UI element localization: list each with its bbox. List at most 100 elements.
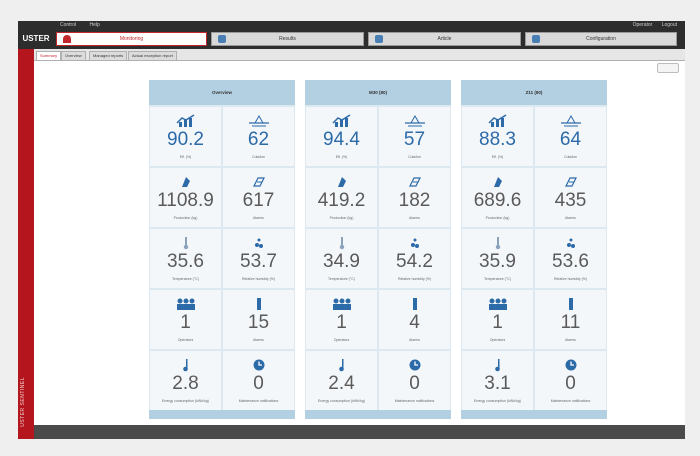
kpi-value: 0 bbox=[565, 373, 576, 394]
kpi-label: Temperature (°C) bbox=[328, 277, 355, 281]
logout-button[interactable]: Logout bbox=[662, 22, 677, 28]
spindle-icon bbox=[535, 297, 606, 311]
kpi-tile[interactable]: 90.2 Eff. (%) bbox=[150, 107, 221, 166]
gears-icon bbox=[532, 35, 540, 43]
gauge-icon bbox=[63, 35, 71, 43]
yarn-icon bbox=[150, 175, 221, 189]
kpi-tile[interactable]: 419.2 Production (kg) bbox=[306, 168, 377, 227]
kpi-tile[interactable]: 2.8 Energy consumption (kWh/kg) bbox=[150, 351, 221, 410]
kpi-value: 0 bbox=[409, 373, 420, 394]
kpi-tile[interactable]: 62 Cuts/km bbox=[223, 107, 294, 166]
thermometer-icon bbox=[150, 236, 221, 250]
kpi-label: Production (kg) bbox=[329, 216, 354, 220]
kpi-tile[interactable]: 53.6 Relative humidity (%) bbox=[535, 229, 606, 288]
tab-monitoring[interactable]: Monitoring bbox=[56, 32, 207, 46]
kpi-value: 3.1 bbox=[484, 373, 511, 394]
tab-results[interactable]: Results bbox=[211, 32, 364, 46]
tab-configuration[interactable]: Configuration bbox=[525, 32, 677, 46]
efficiency-chart-icon bbox=[306, 114, 377, 128]
kpi-label: Maintenance notifications bbox=[550, 399, 591, 403]
tab-monitoring-label: Monitoring bbox=[119, 36, 144, 42]
kpi-tile[interactable]: 15 Alarms bbox=[223, 290, 294, 349]
kpi-label: Eff. (%) bbox=[491, 155, 504, 159]
kpi-value: 1 bbox=[492, 312, 503, 333]
scale-icon bbox=[379, 114, 450, 128]
kpi-tile[interactable]: 0 Maintenance notifications bbox=[535, 351, 606, 410]
kpi-value: 2.4 bbox=[328, 373, 355, 394]
kpi-label: Energy consumption (kWh/kg) bbox=[162, 399, 209, 403]
kpi-tile[interactable]: 3.1 Energy consumption (kWh/kg) bbox=[462, 351, 533, 410]
kpi-tile[interactable]: 1 Operators bbox=[150, 290, 221, 349]
kpi-value: 90.2 bbox=[167, 129, 204, 150]
kpi-tile[interactable]: 1 Operators bbox=[306, 290, 377, 349]
kpi-label: Production (kg) bbox=[485, 216, 510, 220]
kpi-label: Operators bbox=[177, 338, 194, 342]
kpi-tile[interactable]: 4 Alarms bbox=[379, 290, 450, 349]
scale-icon bbox=[223, 114, 294, 128]
kpi-tile[interactable]: 35.9 Temperature (°C) bbox=[462, 229, 533, 288]
dashboard-content: Overview 90.2 Eff. (%) 62 Cuts/km 1108.9 Produ… bbox=[34, 61, 685, 425]
kpi-tile[interactable]: 57 Cuts/km bbox=[379, 107, 450, 166]
menu-help[interactable]: Help bbox=[90, 22, 100, 28]
thermometer-icon bbox=[306, 236, 377, 250]
tab-article[interactable]: Article bbox=[368, 32, 521, 46]
package-icon bbox=[223, 175, 294, 189]
flask-icon bbox=[306, 358, 377, 372]
kpi-tile[interactable]: 0 Maintenance notifications bbox=[223, 351, 294, 410]
kpi-value: 35.6 bbox=[167, 251, 204, 272]
scale-icon bbox=[535, 114, 606, 128]
refresh-button[interactable] bbox=[657, 63, 679, 73]
menu-bar: Control Help bbox=[60, 21, 112, 29]
kpi-tile[interactable]: 54.2 Relative humidity (%) bbox=[379, 229, 450, 288]
efficiency-chart-icon bbox=[150, 114, 221, 128]
kpi-value: 15 bbox=[247, 312, 270, 333]
kpi-tile[interactable]: 94.4 Eff. (%) bbox=[306, 107, 377, 166]
kpi-tile[interactable]: 35.6 Temperature (°C) bbox=[150, 229, 221, 288]
menu-control[interactable]: Control bbox=[60, 22, 76, 28]
kpi-value: 1 bbox=[336, 312, 347, 333]
kpi-tile[interactable]: 88.3 Eff. (%) bbox=[462, 107, 533, 166]
humidity-icon bbox=[535, 236, 606, 250]
kpi-tile[interactable]: 182 Alarms bbox=[379, 168, 450, 227]
subtab-exception-report[interactable]: Actual exception report bbox=[128, 51, 177, 60]
kpi-label: Operators bbox=[333, 338, 350, 342]
kpi-tile[interactable]: 53.7 Relative humidity (%) bbox=[223, 229, 294, 288]
kpi-tile[interactable]: 689.6 Production (kg) bbox=[462, 168, 533, 227]
subtab-summary[interactable]: Summary bbox=[36, 51, 62, 60]
kpi-value: 4 bbox=[409, 312, 420, 333]
kpi-value: 435 bbox=[554, 190, 587, 211]
kpi-value: 419.2 bbox=[317, 190, 366, 211]
kpi-tile[interactable]: 1 Operators bbox=[462, 290, 533, 349]
kpi-tile[interactable]: 435 Alarms bbox=[535, 168, 606, 227]
efficiency-chart-icon bbox=[462, 114, 533, 128]
kpi-value: 35.9 bbox=[479, 251, 516, 272]
kpi-tile[interactable]: 34.9 Temperature (°C) bbox=[306, 229, 377, 288]
panel-title: M30 (80) bbox=[305, 80, 451, 105]
kpi-label: Maintenance notifications bbox=[394, 399, 435, 403]
kpi-tile[interactable]: 64 Cuts/km bbox=[535, 107, 606, 166]
thermometer-icon bbox=[462, 236, 533, 250]
main-nav: Monitoring Results Article Configuration bbox=[54, 29, 685, 49]
kpi-label: Temperature (°C) bbox=[172, 277, 199, 281]
kpi-label: Relative humidity (%) bbox=[241, 277, 276, 281]
user-button[interactable]: Operator bbox=[633, 22, 653, 28]
people-icon bbox=[306, 297, 377, 311]
kpi-label: Maintenance notifications bbox=[238, 399, 279, 403]
kpi-tile[interactable]: 1108.9 Production (kg) bbox=[150, 168, 221, 227]
uster-logo: USTER bbox=[18, 29, 54, 49]
kpi-label: Alarms bbox=[409, 216, 420, 220]
kpi-value: 94.4 bbox=[323, 129, 360, 150]
subtab-managed-reports[interactable]: Managed reports bbox=[89, 51, 128, 60]
kpi-tile[interactable]: 2.4 Energy consumption (kWh/kg) bbox=[306, 351, 377, 410]
kpi-label: Alarms bbox=[565, 216, 576, 220]
kpi-label: Relative humidity (%) bbox=[553, 277, 588, 281]
kpi-value: 1 bbox=[180, 312, 191, 333]
subtab-overview[interactable]: Overview bbox=[61, 51, 86, 60]
article-icon bbox=[375, 35, 383, 43]
brand-sidebar: USTER SENTINEL bbox=[18, 49, 34, 439]
kpi-tile[interactable]: 11 Alarms bbox=[535, 290, 606, 349]
kpi-tile[interactable]: 0 Maintenance notifications bbox=[379, 351, 450, 410]
kpi-label: Cuts/km bbox=[408, 155, 421, 159]
kpi-label: Production (kg) bbox=[173, 216, 198, 220]
kpi-tile[interactable]: 617 Alarms bbox=[223, 168, 294, 227]
